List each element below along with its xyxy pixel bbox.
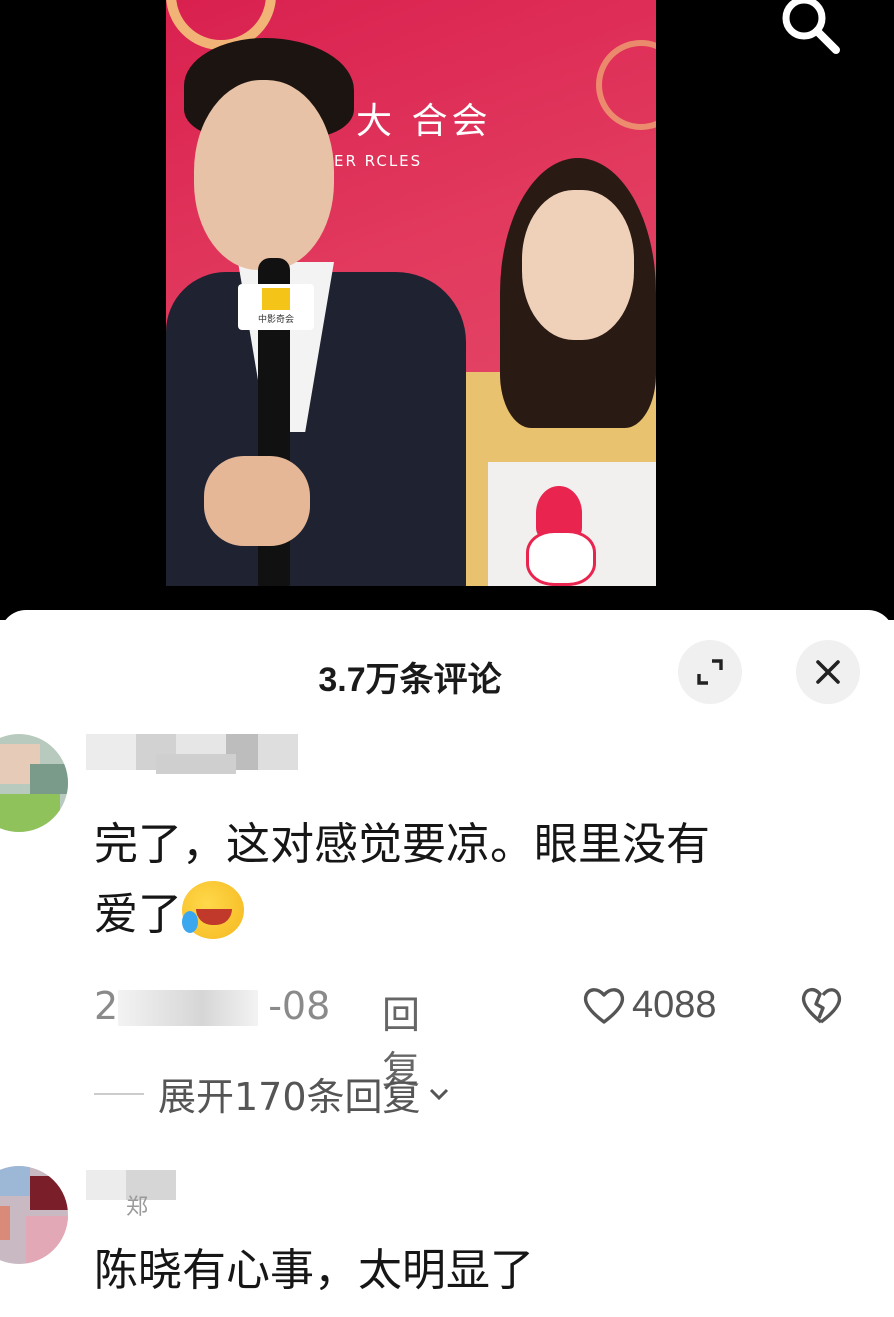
person-man-hand [204, 456, 310, 546]
avatar[interactable] [0, 1166, 68, 1264]
divider-dash [94, 1092, 144, 1095]
rofl-emoji [182, 881, 244, 939]
backdrop-ornament [596, 40, 656, 130]
mascot-figure [518, 486, 602, 586]
like-button[interactable]: 4088 [582, 984, 717, 1027]
close-button[interactable] [796, 640, 860, 704]
search-icon [782, 0, 840, 54]
heart-icon [583, 987, 625, 1024]
date-redaction [118, 990, 258, 1026]
broken-heart-icon [801, 988, 842, 1024]
fullscreen-button[interactable] [678, 640, 742, 704]
expand-icon [697, 659, 723, 685]
search-button[interactable] [770, 0, 850, 60]
like-count: 4088 [632, 984, 717, 1026]
avatar[interactable] [0, 734, 68, 832]
video-frame: 大 合会 ER RCLES 中影奇会 [166, 0, 656, 586]
comments-sheet: 3.7万条评论 完了，这对感觉要凉。眼里没有 爱了 2 -08 回复 4088 … [0, 610, 894, 1317]
backdrop-subtext: ER RCLES [334, 152, 423, 170]
close-icon [816, 660, 840, 684]
person-man-face [194, 80, 334, 270]
dislike-button[interactable] [800, 986, 842, 1035]
person-woman-face [522, 190, 634, 340]
comment-text: 完了，这对感觉要凉。眼里没有 爱了 [94, 819, 710, 940]
chevron-down-icon [429, 1088, 448, 1100]
expand-replies-button[interactable]: 展开170条回复 [94, 1066, 451, 1121]
video-player[interactable]: 大 合会 ER RCLES 中影奇会 [0, 0, 894, 620]
comment-text: 陈晓有心事，太明显了 [94, 1245, 534, 1296]
microphone-flag: 中影奇会 [238, 284, 314, 330]
expand-replies-label: 展开170条回复 [158, 1075, 421, 1119]
backdrop-text: 大 合会 [356, 101, 492, 142]
